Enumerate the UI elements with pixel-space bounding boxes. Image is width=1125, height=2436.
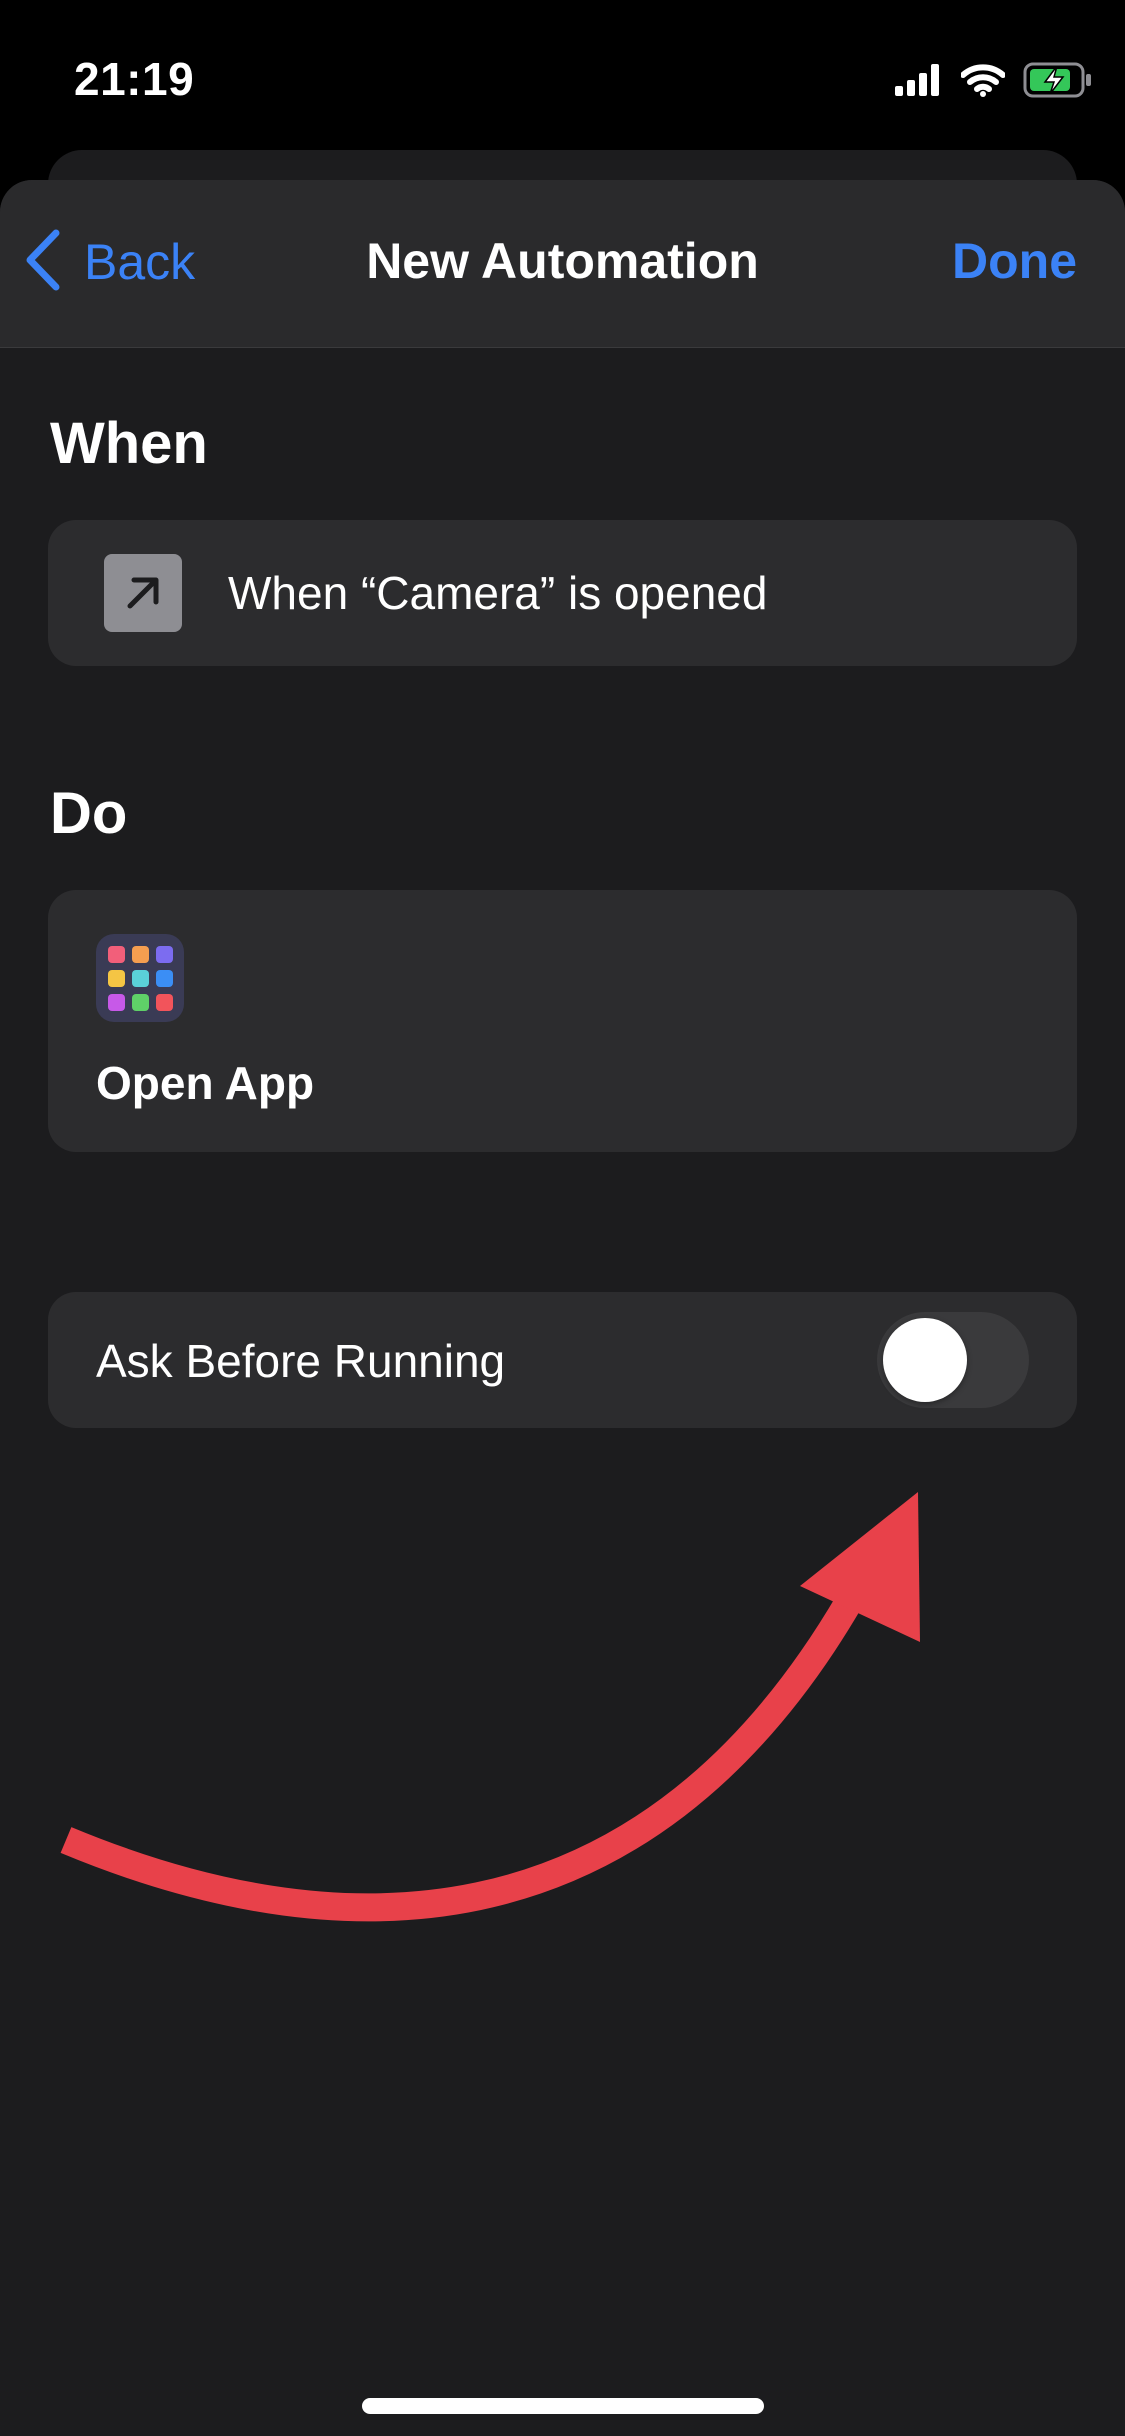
arrow-head — [800, 1492, 920, 1642]
home-indicator[interactable] — [362, 2398, 764, 2414]
arrow-shaft — [60, 1592, 863, 1922]
annotation-arrow — [60, 1492, 920, 1922]
screen: 21:19 Back New Automation Done When When… — [0, 0, 1125, 2436]
